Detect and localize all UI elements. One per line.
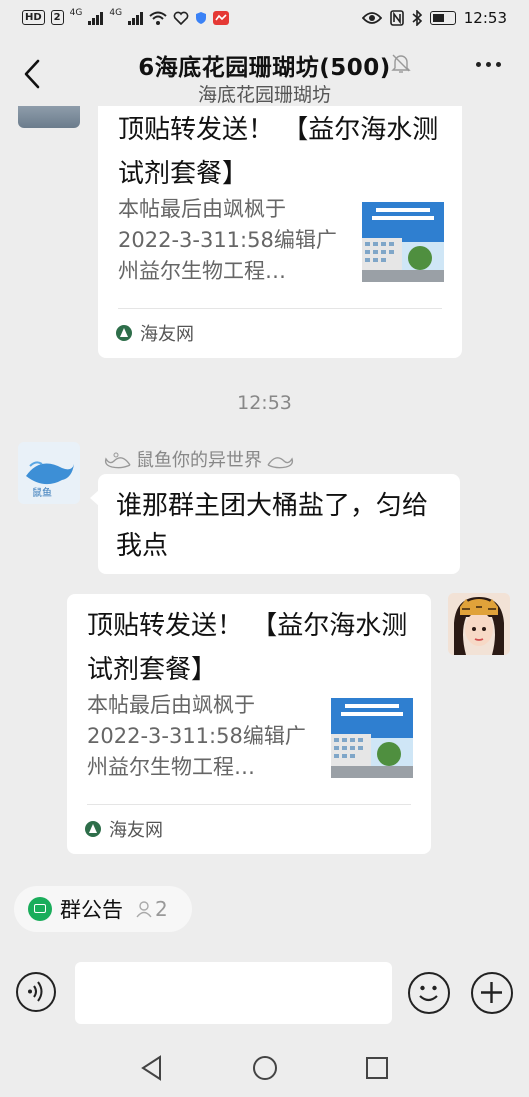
card-description: 本帖最后由飒枫于2022-3-311:58编辑广州益尔生物工程… <box>118 197 337 283</box>
card-title: 顶贴转发送！ 【益尔海水测试剂套餐】 <box>87 611 408 685</box>
announcement-icon <box>28 897 52 921</box>
card-divider <box>87 804 411 805</box>
card-description: 本帖最后由飒枫于2022-3-311:58编辑广州益尔生物工程… <box>87 693 306 779</box>
clock: 12:53 <box>463 9 507 27</box>
bluetooth-icon <box>412 10 422 26</box>
chat-header: 6海底花园珊瑚坊(500) 海底花园珊瑚坊 <box>0 40 529 106</box>
card-source: 海友网 <box>85 816 163 842</box>
emoji-icon <box>419 985 438 1002</box>
card-divider <box>118 308 442 309</box>
card-thumbnail <box>362 202 444 282</box>
svg-text:鼠鱼: 鼠鱼 <box>32 486 52 499</box>
chat-title: 6海底花园珊瑚坊(500) <box>138 55 391 81</box>
mute-bell-icon <box>391 54 411 73</box>
link-card[interactable]: 顶贴转发送！ 【益尔海水测试剂套餐】 本帖最后由飒枫于2022-3-311:58… <box>67 594 431 854</box>
source-logo-icon <box>116 325 132 341</box>
emoji-button[interactable] <box>408 972 450 1014</box>
system-nav-bar <box>0 1040 529 1097</box>
wave-left-icon <box>104 452 131 469</box>
avatar-fish-icon: 鼠鱼 <box>26 461 74 499</box>
card-title: 顶贴转发送！ 【益尔海水测试剂套餐】 <box>118 115 439 189</box>
nav-recents-icon[interactable] <box>365 1056 389 1080</box>
status-bar: HD 2 4G 4G 12:53 <box>0 0 529 40</box>
avatar-girl-icon <box>448 593 510 655</box>
avatar[interactable] <box>18 106 80 128</box>
wifi-icon <box>149 11 167 25</box>
voice-input-button[interactable] <box>16 972 56 1012</box>
nfc-icon <box>389 10 404 26</box>
card-source-label: 海友网 <box>109 820 163 841</box>
message-bubble[interactable]: 谁那群主团大桶盐了，匀给我点 <box>90 474 460 574</box>
avatar[interactable] <box>448 593 510 655</box>
hd-badge: HD <box>22 10 45 25</box>
timestamp: 12:53 <box>237 392 292 414</box>
sender-name: 鼠鱼你的异世界 <box>102 446 296 472</box>
heart-icon <box>173 11 189 25</box>
battery-icon <box>429 11 456 25</box>
eye-icon <box>361 12 382 24</box>
group-notice-label: 群公告 <box>60 898 123 922</box>
plus-icon <box>481 982 502 1003</box>
card-source: 海友网 <box>116 320 194 346</box>
card-source-label: 海友网 <box>140 324 194 345</box>
source-logo-icon <box>85 821 101 837</box>
sim-badge: 2 <box>50 10 64 25</box>
signal-1-label: 4G <box>69 7 83 18</box>
signal-1-icon <box>88 11 104 25</box>
input-bar <box>0 950 529 1040</box>
notice-reader-count: 2 <box>135 897 168 921</box>
message-list[interactable]: 顶贴转发送！ 【益尔海水测试剂套餐】 本帖最后由飒枫于2022-3-311:58… <box>0 106 529 872</box>
notice-count-value: 2 <box>155 897 168 921</box>
nav-back-icon[interactable] <box>140 1055 164 1081</box>
message-input[interactable] <box>75 962 392 1024</box>
group-notice-button[interactable]: 群公告 2 <box>14 886 192 932</box>
more-functions-button[interactable] <box>471 972 513 1014</box>
more-options-icon[interactable] <box>476 62 501 67</box>
person-icon <box>136 901 152 918</box>
nav-home-icon[interactable] <box>252 1055 278 1081</box>
shield-icon <box>196 11 207 24</box>
avatar[interactable]: 鼠鱼 <box>18 442 80 504</box>
signal-2-icon <box>128 11 144 25</box>
sender-name-text: 鼠鱼你的异世界 <box>136 450 262 471</box>
wave-right-icon <box>267 457 294 469</box>
voice-icon <box>28 981 43 1002</box>
card-thumbnail <box>331 698 413 778</box>
app-notification-icon <box>213 10 230 25</box>
link-card[interactable]: 顶贴转发送！ 【益尔海水测试剂套餐】 本帖最后由飒枫于2022-3-311:58… <box>98 106 462 358</box>
signal-2-label: 4G <box>109 7 123 18</box>
chat-subtitle: 海底花园珊瑚坊 <box>197 84 331 106</box>
